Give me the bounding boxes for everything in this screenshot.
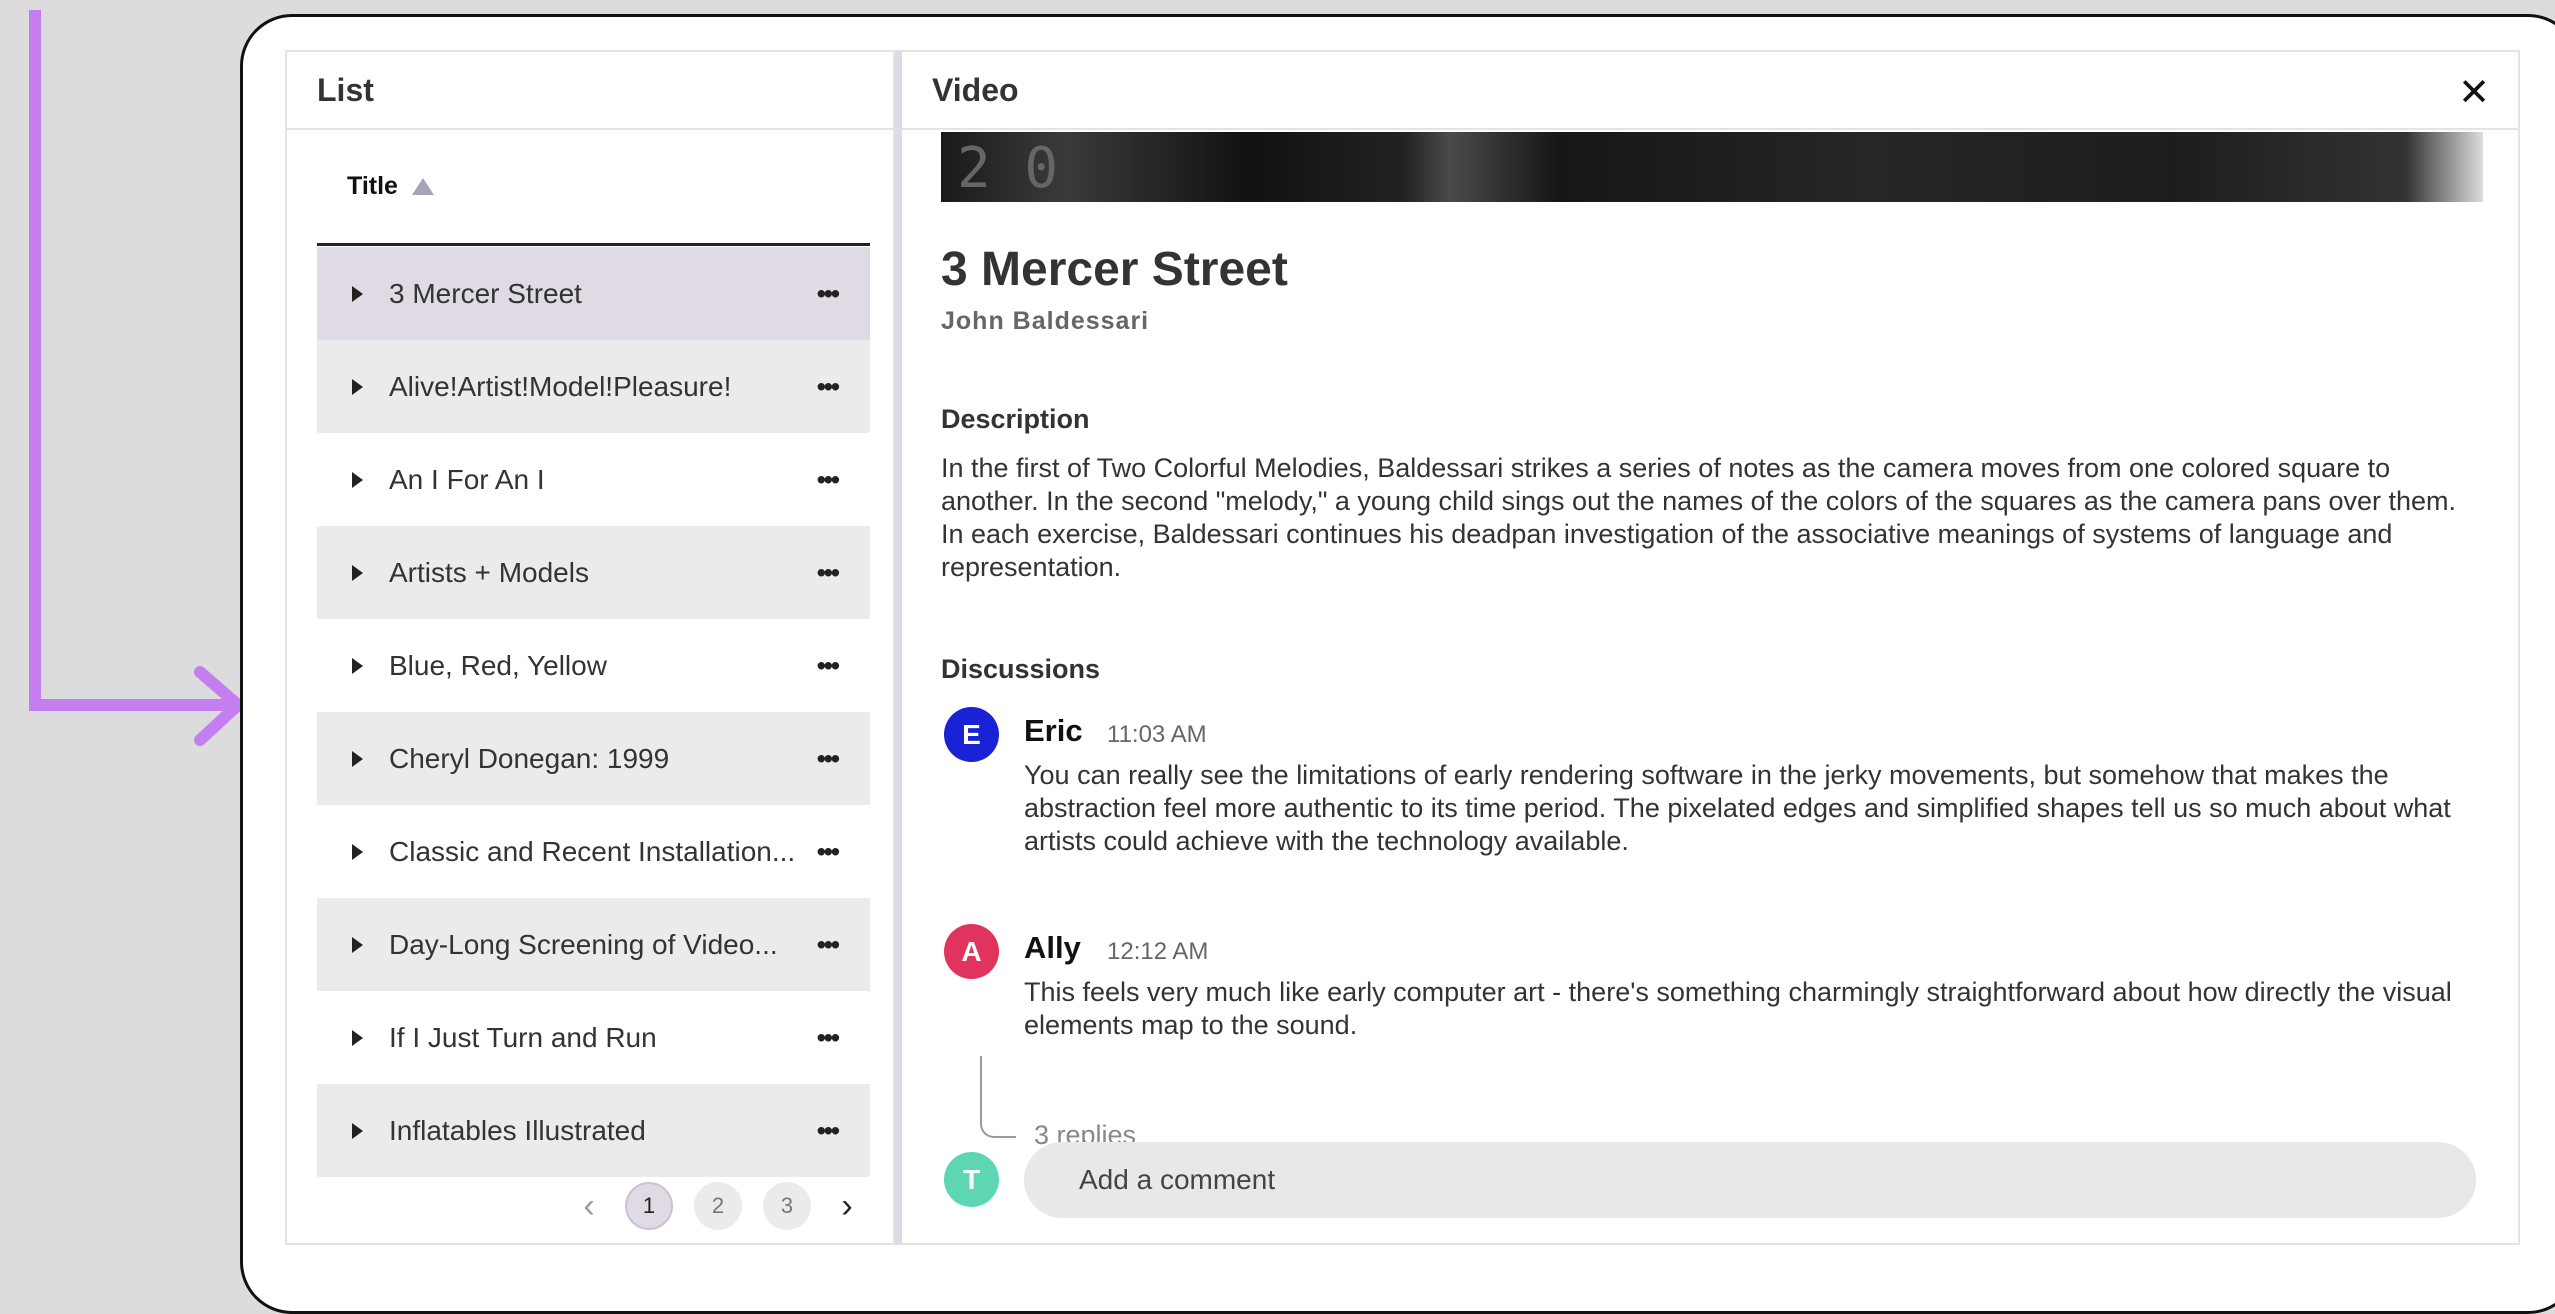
video-panel-title: Video xyxy=(902,52,2518,130)
list-panel-title: List xyxy=(287,52,893,130)
list-item[interactable]: Day-Long Screening of Video... ••• xyxy=(317,898,870,991)
list-item[interactable]: 3 Mercer Street ••• xyxy=(317,247,870,340)
more-options-icon[interactable]: ••• xyxy=(817,1115,840,1146)
list-item[interactable]: Blue, Red, Yellow ••• xyxy=(317,619,870,712)
more-options-icon[interactable]: ••• xyxy=(817,371,840,402)
expand-triangle-icon[interactable] xyxy=(352,564,363,581)
expand-triangle-icon[interactable] xyxy=(352,843,363,860)
page-button-2[interactable]: 2 xyxy=(694,1182,742,1230)
comment-author: Eric xyxy=(1024,713,1083,748)
previous-page-icon[interactable]: ‹ xyxy=(565,1182,613,1230)
pagination: ‹ 1 2 3 › xyxy=(287,1182,897,1238)
list-item-title: Classic and Recent Installation... xyxy=(389,835,796,867)
list-item[interactable]: Alive!Artist!Model!Pleasure! ••• xyxy=(317,340,870,433)
list-item-title: An I For An I xyxy=(389,463,545,495)
description-text: In the first of Two Colorful Melodies, B… xyxy=(941,453,2457,582)
expand-triangle-icon[interactable] xyxy=(352,750,363,767)
description-heading: Description xyxy=(941,404,1090,434)
comment-time: 12:12 AM xyxy=(1107,938,1209,965)
list-item-title: Blue, Red, Yellow xyxy=(389,649,607,681)
comment-time: 11:03 AM xyxy=(1107,721,1207,748)
video-list: 3 Mercer Street ••• Alive!Artist!Model!Pl… xyxy=(317,247,870,1177)
more-options-icon[interactable]: ••• xyxy=(817,557,840,588)
list-item-title: Artists + Models xyxy=(389,556,589,588)
comment-text: This feels very much like early computer… xyxy=(1024,977,2452,1040)
more-options-icon[interactable]: ••• xyxy=(817,278,840,309)
list-item[interactable]: Artists + Models ••• xyxy=(317,526,870,619)
expand-triangle-icon[interactable] xyxy=(352,1029,363,1046)
more-options-icon[interactable]: ••• xyxy=(817,464,840,495)
more-options-icon[interactable]: ••• xyxy=(817,650,840,681)
annotation-arrow xyxy=(29,10,244,746)
list-item-title: If I Just Turn and Run xyxy=(389,1021,657,1053)
title-column-header[interactable]: Title xyxy=(317,130,870,246)
avatar: A xyxy=(944,924,999,979)
thumbnail-overlay-text: 2 0 xyxy=(957,136,1059,201)
title-column-label: Title xyxy=(347,172,398,200)
list-item-title: Inflatables Illustrated xyxy=(389,1114,646,1146)
close-icon[interactable]: ✕ xyxy=(2458,70,2490,115)
list-panel: List Title 3 Mercer Street ••• Alive!Arti… xyxy=(285,50,895,1245)
video-panel: Video ✕ 2 0 3 Mercer Street John Baldess… xyxy=(895,50,2520,1245)
list-item[interactable]: If I Just Turn and Run ••• xyxy=(317,991,870,1084)
expand-triangle-icon[interactable] xyxy=(352,936,363,953)
expand-triangle-icon[interactable] xyxy=(352,378,363,395)
list-item-title: Day-Long Screening of Video... xyxy=(389,928,778,960)
list-item-title: Alive!Artist!Model!Pleasure! xyxy=(389,370,732,402)
expand-triangle-icon[interactable] xyxy=(352,1122,363,1139)
expand-triangle-icon[interactable] xyxy=(352,285,363,302)
page-button-1[interactable]: 1 xyxy=(625,1182,673,1230)
list-item[interactable]: An I For An I ••• xyxy=(317,433,870,526)
list-item[interactable]: Inflatables Illustrated ••• xyxy=(317,1084,870,1177)
list-item-title: Cheryl Donegan: 1999 xyxy=(389,742,670,774)
artist-name: John Baldessari xyxy=(941,307,1150,335)
expand-triangle-icon[interactable] xyxy=(352,471,363,488)
more-options-icon[interactable]: ••• xyxy=(817,836,840,867)
current-user-avatar: T xyxy=(944,1152,999,1207)
thread-connector xyxy=(980,1056,1016,1138)
comment-text: You can really see the limitations of ea… xyxy=(1024,760,2451,856)
add-comment-input[interactable]: Add a comment xyxy=(1024,1142,2476,1218)
expand-triangle-icon[interactable] xyxy=(352,657,363,674)
sort-ascending-icon[interactable] xyxy=(411,178,434,195)
page-button-3[interactable]: 3 xyxy=(763,1182,811,1230)
discussions-heading: Discussions xyxy=(941,654,1101,684)
more-options-icon[interactable]: ••• xyxy=(817,929,840,960)
video-title: 3 Mercer Street xyxy=(941,243,1288,296)
next-page-icon[interactable]: › xyxy=(823,1182,871,1230)
list-item-title: 3 Mercer Street xyxy=(389,277,582,309)
more-options-icon[interactable]: ••• xyxy=(817,743,840,774)
list-item[interactable]: Classic and Recent Installation... ••• xyxy=(317,805,870,898)
video-thumbnail[interactable]: 2 0 xyxy=(941,132,2483,202)
more-options-icon[interactable]: ••• xyxy=(817,1022,840,1053)
list-item[interactable]: Cheryl Donegan: 1999 ••• xyxy=(317,712,870,805)
avatar: E xyxy=(944,707,999,762)
comment-author: Ally xyxy=(1024,930,1081,965)
